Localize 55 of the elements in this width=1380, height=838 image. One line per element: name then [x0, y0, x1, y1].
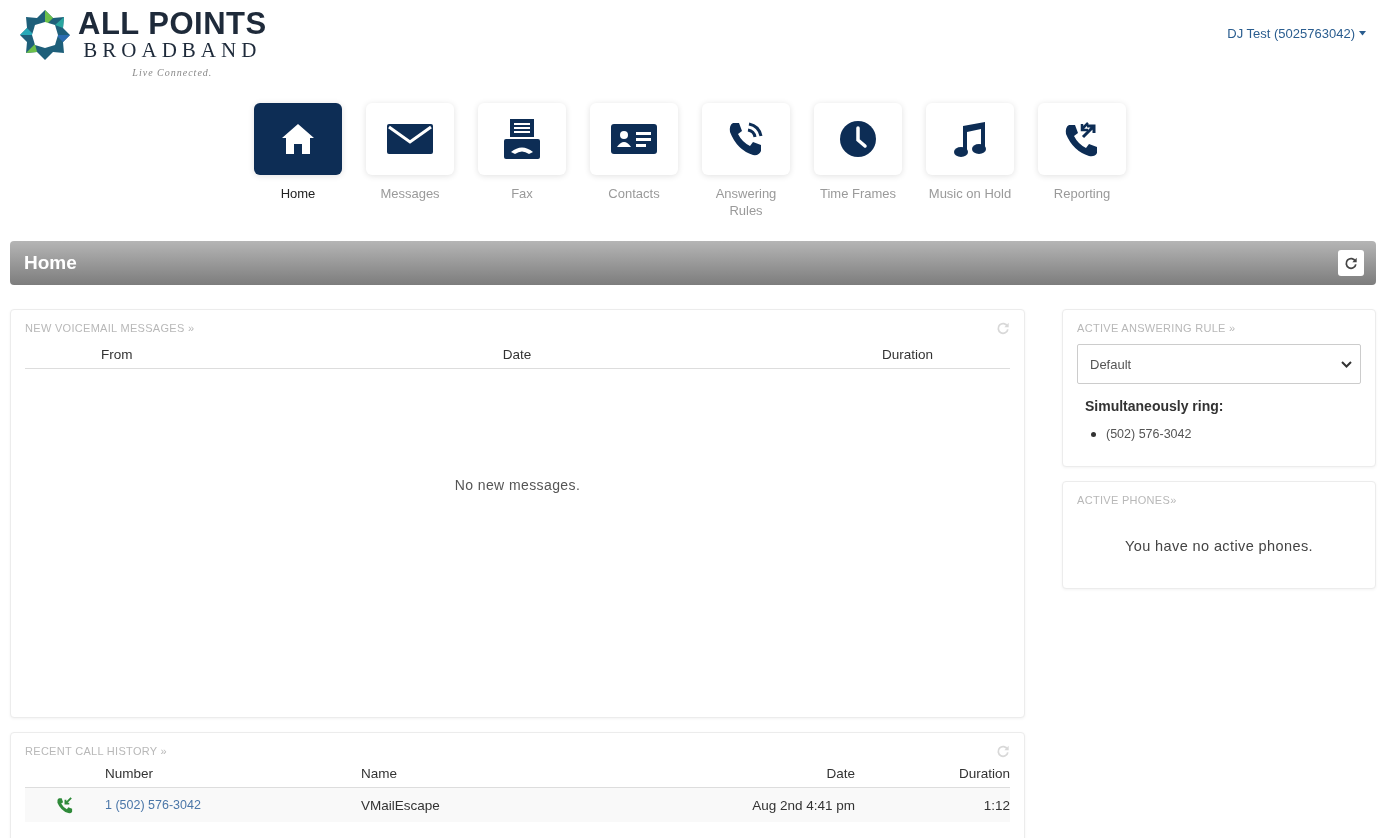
table-cell-text: VMailEscape — [361, 797, 441, 813]
nav-tab-label[interactable]: Reporting — [1037, 185, 1127, 202]
nav-tab-label[interactable]: Time Frames — [813, 185, 903, 202]
caret-icon[interactable] — [1359, 30, 1366, 36]
column-header: Name — [361, 765, 398, 781]
nav-tab-label[interactable]: Contacts — [589, 185, 679, 202]
empty-message: You have no active phones. — [1123, 538, 1314, 554]
empty-message: No new messages. — [453, 477, 582, 493]
column-header: From — [101, 346, 134, 362]
nav-tab-label[interactable]: Home — [253, 185, 343, 202]
user-menu[interactable]: DJ Test (5025763042) — [1227, 25, 1355, 41]
brand-tagline: Live Connected. — [132, 67, 213, 78]
panel-title[interactable]: RECENT CALL HISTORY » — [25, 745, 168, 757]
bullet-dot — [1091, 431, 1096, 437]
brand-subname: BROADBAND — [83, 39, 262, 61]
phone-waves-icon — [727, 120, 765, 158]
nav-tab[interactable] — [926, 103, 1014, 175]
envelope-icon — [387, 124, 433, 154]
contact-card-icon — [611, 124, 657, 154]
table-cell-text: 1:12 — [982, 797, 1010, 813]
nav-tab[interactable] — [590, 103, 678, 175]
music-note-icon — [953, 120, 987, 158]
panel-title[interactable]: ACTIVE PHONES» — [1077, 494, 1177, 506]
ring-number: (502) 576-3042 — [1106, 426, 1192, 442]
page-title: Home — [24, 252, 77, 274]
answering-rule-select[interactable]: Default — [1077, 344, 1361, 384]
home-icon — [281, 123, 315, 155]
clock-icon — [839, 120, 877, 158]
nav-tab-label[interactable]: Music on Hold — [925, 185, 1015, 202]
table-cell-text: Aug 2nd 4:41 pm — [751, 797, 855, 813]
fax-icon — [504, 119, 540, 159]
nav-tab-label[interactable]: Messages — [365, 185, 455, 202]
nav-tab[interactable] — [1038, 103, 1126, 175]
panel-title[interactable]: NEW VOICEMAIL MESSAGES » — [25, 322, 195, 334]
incoming-call-icon — [56, 796, 74, 814]
phone-number-link[interactable]: 1 (502) 576-3042 — [105, 798, 361, 812]
nav-tab-label[interactable]: Fax — [477, 185, 567, 202]
nav-tab-label[interactable]: Answering Rules — [701, 185, 791, 219]
column-header: Number — [105, 765, 154, 781]
star-logo-icon — [18, 8, 72, 62]
nav-tab[interactable] — [366, 103, 454, 175]
nav-tab[interactable] — [254, 103, 342, 175]
ring-label: Simultaneously ring: — [1085, 398, 1225, 414]
refresh-icon[interactable] — [1344, 256, 1358, 270]
chevron-down-icon — [1341, 360, 1352, 368]
refresh-button[interactable] — [1338, 250, 1364, 276]
column-header: Date — [501, 346, 533, 362]
brand-name: ALL POINTS — [78, 8, 267, 39]
nav-tab[interactable] — [702, 103, 790, 175]
nav-tab[interactable] — [478, 103, 566, 175]
column-header: Duration — [957, 765, 1010, 781]
panel-title[interactable]: ACTIVE ANSWERING RULE » — [1077, 322, 1236, 334]
column-header: Date — [825, 765, 855, 781]
column-header: Duration — [880, 346, 933, 362]
nav-tab[interactable] — [814, 103, 902, 175]
